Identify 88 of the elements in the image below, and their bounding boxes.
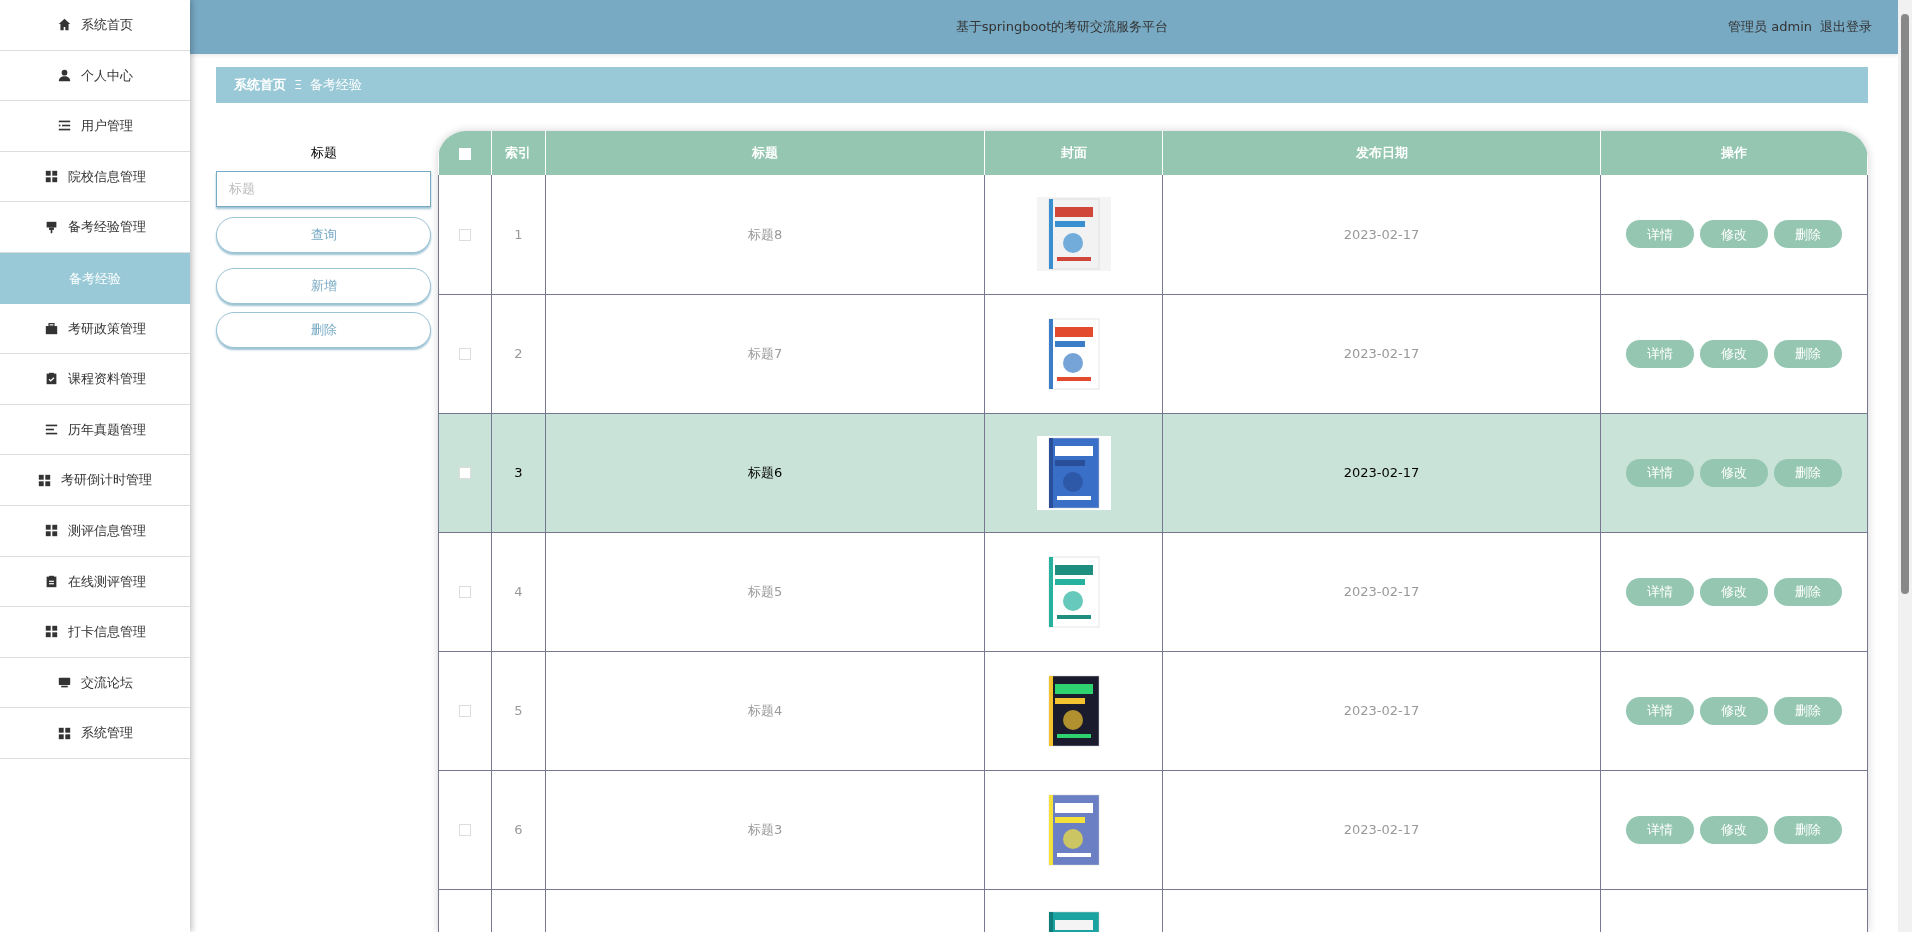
row-checkbox[interactable]	[458, 586, 471, 599]
row-checkbox[interactable]	[458, 824, 471, 837]
breadcrumb-current: 备考经验	[310, 76, 363, 95]
row-checkbox[interactable]	[458, 467, 471, 480]
edit-button[interactable]: 修改	[1699, 458, 1768, 487]
edit-button[interactable]: 修改	[1699, 696, 1768, 725]
add-button[interactable]: 新增	[216, 267, 431, 304]
grid-icon	[44, 524, 58, 538]
table-cell: 标题7	[545, 294, 985, 413]
table-cell: 2023-02-17	[1162, 413, 1601, 532]
table-cell: 3	[491, 413, 546, 532]
lines-icon	[44, 423, 58, 437]
delete-button[interactable]: 删除	[1773, 220, 1842, 249]
briefcase-icon	[44, 321, 58, 335]
column-header: 索引	[491, 131, 546, 175]
details-button[interactable]: 详情	[1625, 220, 1694, 249]
sidebar-item[interactable]: 系统管理	[0, 708, 190, 759]
column-header: 封面	[984, 131, 1163, 175]
marker-icon	[44, 220, 58, 234]
table-cell: 2023-02-17	[1162, 294, 1601, 413]
sidebar-item[interactable]: 在线测评管理	[0, 556, 190, 608]
column-header: 发布日期	[1162, 131, 1601, 175]
table-cell: 标题5	[545, 532, 985, 651]
breadcrumb-separator: Ξ	[294, 76, 303, 95]
row-checkbox[interactable]	[458, 705, 471, 718]
table-cell: 标题6	[545, 413, 985, 532]
sidebar-item[interactable]: 测评信息管理	[0, 505, 190, 557]
sidebar-item[interactable]: 历年真题管理	[0, 404, 190, 456]
grid-icon	[57, 726, 71, 740]
edit-button[interactable]: 修改	[1699, 220, 1768, 249]
column-header: 操作	[1600, 131, 1868, 175]
app-title: 基于springboot的考研交流服务平台	[954, 18, 1170, 37]
scrollbar[interactable]	[1898, 0, 1912, 932]
sidebar-item[interactable]: 考研倒计时管理	[0, 455, 190, 506]
table-cell: 4	[491, 532, 546, 651]
sidebar-item[interactable]: 备考经验	[0, 252, 190, 304]
table-cell: 5	[491, 651, 546, 770]
user-icon	[57, 68, 71, 82]
table-cell: 2023-02-17	[1162, 651, 1601, 770]
sidebar-item[interactable]: 个人中心	[0, 50, 190, 102]
table-cell: 标题3	[545, 770, 985, 889]
delete-button[interactable]: 删除	[1773, 696, 1842, 725]
delete-button[interactable]: 删除	[1773, 815, 1842, 844]
delete-button[interactable]: 删除	[1773, 339, 1842, 368]
clipboard-check-icon	[44, 372, 58, 386]
sidebar-item[interactable]: 用户管理	[0, 101, 190, 152]
user-label: 管理员 admin	[1728, 18, 1812, 37]
delete-button[interactable]: 删除	[216, 311, 431, 348]
table-cell: 1	[491, 175, 546, 294]
grid-icon	[44, 170, 58, 184]
home-icon	[57, 18, 71, 32]
row-checkbox[interactable]	[458, 229, 471, 241]
details-button[interactable]: 详情	[1625, 339, 1694, 368]
details-button[interactable]: 详情	[1625, 696, 1694, 725]
table-cell: 2	[491, 294, 546, 413]
table-cell: 标题8	[545, 175, 985, 294]
logout-link[interactable]: 退出登录	[1820, 17, 1872, 37]
sidebar-item[interactable]: 打卡信息管理	[0, 607, 190, 658]
edit-button[interactable]: 修改	[1699, 577, 1768, 606]
title-input[interactable]: 标题	[216, 170, 431, 207]
clipboard-icon	[44, 574, 58, 588]
table-cell: 2023-02-17	[1162, 532, 1601, 651]
search-button[interactable]: 查询	[216, 216, 431, 253]
details-button[interactable]: 详情	[1625, 815, 1694, 844]
sidebar-item[interactable]: 交流论坛	[0, 657, 190, 709]
edit-button[interactable]: 修改	[1699, 815, 1768, 844]
breadcrumb-home[interactable]: 系统首页	[234, 75, 286, 95]
sidebar-item[interactable]: 考研政策管理	[0, 303, 190, 355]
delete-button[interactable]: 删除	[1773, 458, 1842, 487]
table-cell: 2023-02-17	[1162, 770, 1601, 889]
table-cell: 2023-02-17	[1162, 175, 1601, 294]
table-cell: 标题4	[545, 651, 985, 770]
row-checkbox[interactable]	[458, 348, 471, 361]
field-label: 标题	[309, 144, 338, 162]
table-cell: 6	[491, 770, 546, 889]
sidebar-item[interactable]: 院校信息管理	[0, 151, 190, 203]
grid-icon	[44, 625, 58, 639]
edit-button[interactable]: 修改	[1699, 339, 1768, 368]
select-all-checkbox[interactable]	[458, 147, 471, 160]
grid-icon	[38, 473, 51, 487]
details-button[interactable]: 详情	[1625, 458, 1694, 487]
monitor-icon	[57, 676, 71, 689]
delete-button[interactable]: 删除	[1773, 577, 1842, 606]
list-icon	[57, 119, 71, 133]
sidebar-item[interactable]: 备考经验管理	[0, 202, 190, 253]
sidebar-item[interactable]: 课程资料管理	[0, 354, 190, 405]
column-header: 标题	[545, 131, 985, 175]
details-button[interactable]: 详情	[1625, 577, 1694, 606]
